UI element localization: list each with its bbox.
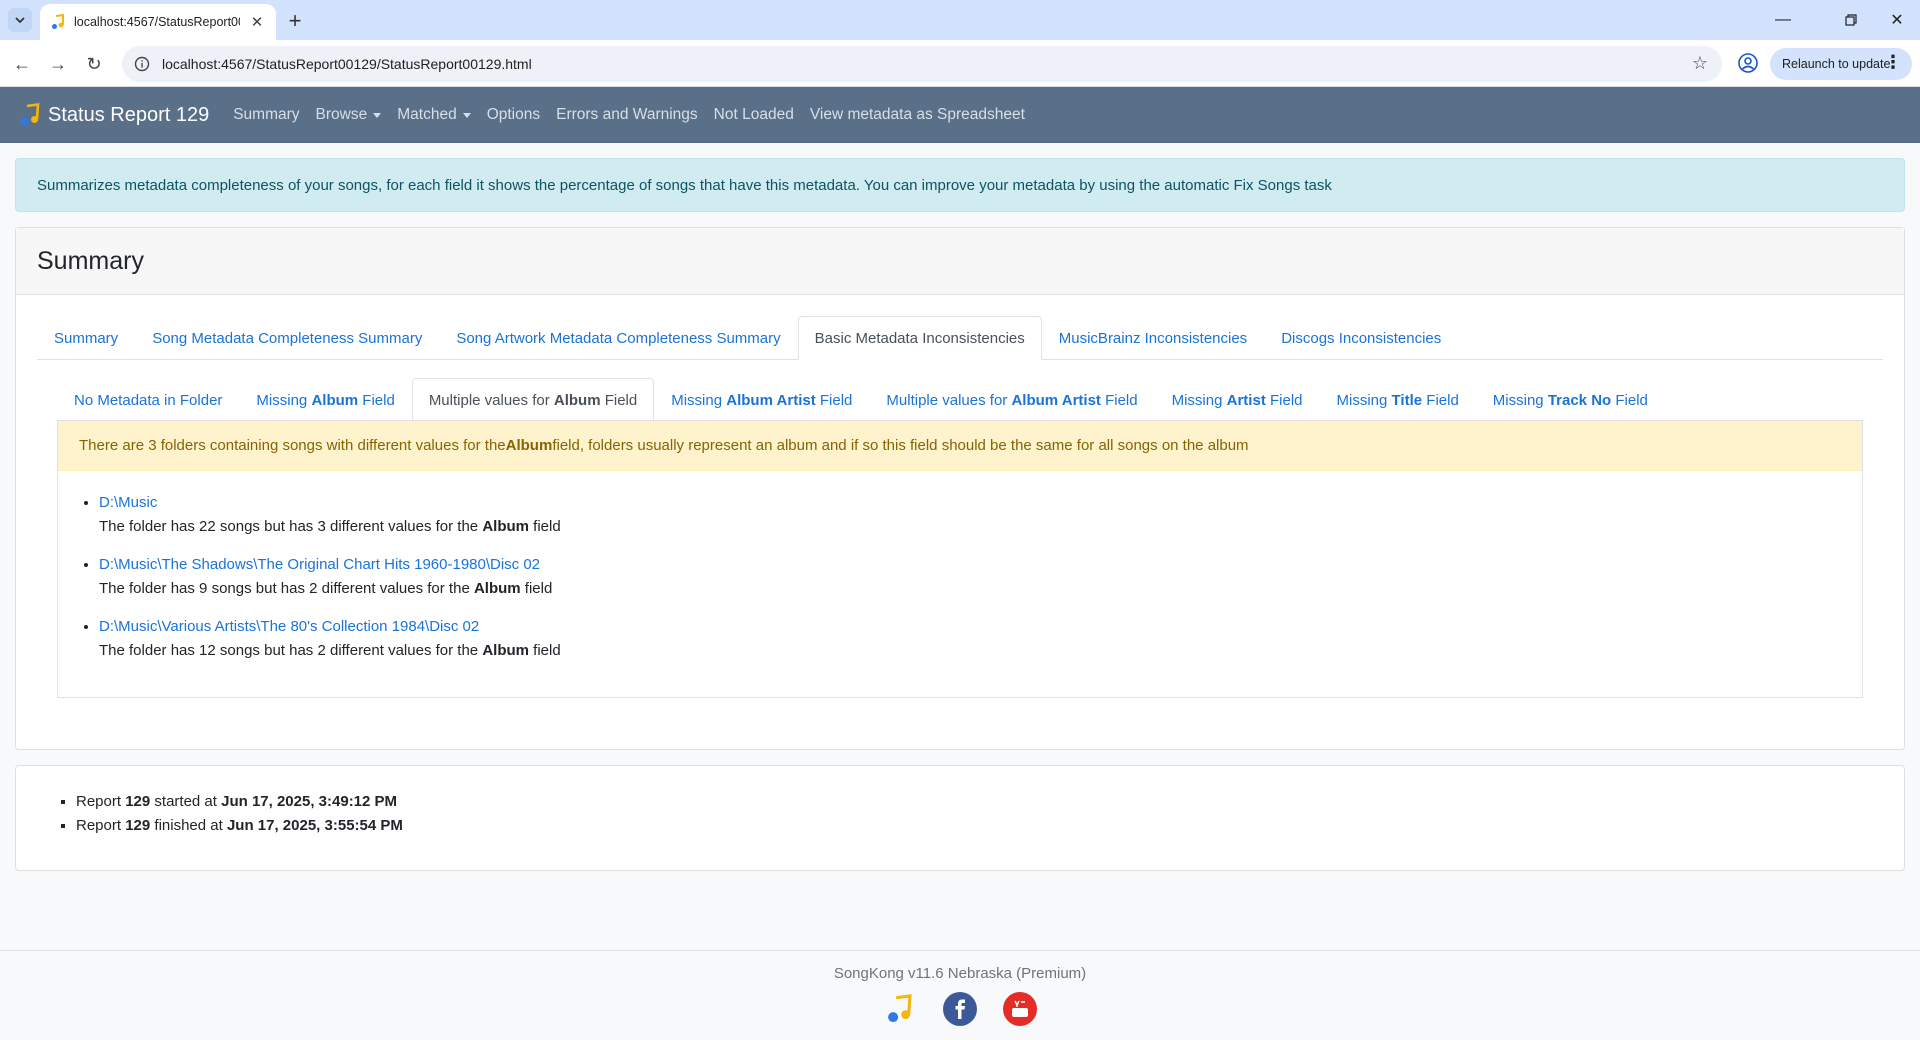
folder-link[interactable]: D:\Music [99, 491, 1862, 515]
browser-toolbar: ← → ↻ localhost:4567/StatusReport00129/S… [0, 40, 1920, 87]
brand-title: Status Report 129 [48, 103, 210, 126]
tab-basic-metadata-inconsistencies[interactable]: Basic Metadata Inconsistencies [797, 316, 1042, 360]
forward-icon[interactable]: → [44, 50, 72, 78]
app-navbar: Status Report 129 Summary Browse Matched… [0, 87, 1920, 143]
caret-down-icon [462, 112, 471, 118]
tab-missing-album[interactable]: Missing Album Field [239, 378, 411, 422]
new-tab-button[interactable]: + [282, 8, 308, 34]
facebook-icon[interactable] [943, 992, 977, 1026]
info-alert: Summarizes metadata completeness of your… [15, 158, 1905, 212]
browser-tabstrip: localhost:4567/StatusReport001 ✕ + — ✕ [0, 0, 1920, 40]
tab-summary[interactable]: Summary [37, 316, 135, 360]
caret-down-icon [373, 112, 382, 118]
minimize-icon[interactable]: — [1760, 0, 1806, 40]
outer-tabs: Summary Song Metadata Completeness Summa… [37, 316, 1883, 360]
nav-summary[interactable]: Summary [233, 106, 299, 124]
tab-song-metadata-completeness[interactable]: Song Metadata Completeness Summary [135, 316, 439, 360]
tab-missing-title[interactable]: Missing Title Field [1320, 378, 1476, 422]
list-item: D:\Music\Various Artists\The 80's Collec… [99, 615, 1862, 663]
report-finished: Report 129 finished at Jun 17, 2025, 3:5… [76, 814, 1904, 838]
relaunch-button[interactable]: Relaunch to update ⋮ [1770, 48, 1912, 80]
songkong-logo-icon [20, 103, 40, 126]
nav-options[interactable]: Options [487, 106, 540, 124]
nav-matched[interactable]: Matched [397, 106, 471, 124]
restore-icon[interactable] [1828, 0, 1874, 40]
close-tab-icon[interactable]: ✕ [248, 13, 266, 31]
list-item: D:\Music The folder has 22 songs but has… [99, 491, 1862, 539]
reload-icon[interactable]: ↻ [80, 50, 108, 78]
tab-missing-track-no[interactable]: Missing Track No Field [1476, 378, 1665, 422]
folder-description: The folder has 9 songs but has 2 differe… [99, 580, 553, 597]
tab-discogs-inconsistencies[interactable]: Discogs Inconsistencies [1264, 316, 1458, 360]
site-info-icon[interactable] [134, 56, 150, 72]
browser-tab-title: localhost:4567/StatusReport001 [74, 15, 240, 29]
nav-browse[interactable]: Browse [316, 106, 382, 124]
folder-list: D:\Music The folder has 22 songs but has… [58, 491, 1862, 663]
tab-multiple-values-album[interactable]: Multiple values for Album Field [411, 378, 655, 422]
report-times-card: Report 129 started at Jun 17, 2025, 3:49… [15, 765, 1905, 871]
tab-song-artwork-completeness[interactable]: Song Artwork Metadata Completeness Summa… [439, 316, 797, 360]
summary-card: Summary Summary Song Metadata Completene… [15, 227, 1905, 750]
tab-missing-album-artist[interactable]: Missing Album Artist Field [654, 378, 869, 422]
navbar-brand[interactable]: Status Report 129 [18, 103, 209, 127]
tab-no-metadata-in-folder[interactable]: No Metadata in Folder [57, 378, 239, 422]
nav-not-loaded[interactable]: Not Loaded [714, 106, 794, 124]
youtube-icon[interactable] [1003, 992, 1037, 1026]
folder-description: The folder has 22 songs but has 3 differ… [99, 518, 561, 535]
tab-search-button[interactable] [8, 8, 32, 32]
tab-multiple-values-album-artist[interactable]: Multiple values for Album Artist Field [869, 378, 1154, 422]
report-started: Report 129 started at Jun 17, 2025, 3:49… [76, 790, 1904, 814]
songkong-icon[interactable] [883, 992, 917, 1026]
warning-alert: There are 3 folders containing songs wit… [58, 421, 1862, 471]
tab-musicbrainz-inconsistencies[interactable]: MusicBrainz Inconsistencies [1042, 316, 1264, 360]
more-menu-icon[interactable]: ⋮ [1884, 52, 1902, 73]
tab-missing-artist[interactable]: Missing Artist Field [1155, 378, 1320, 422]
card-title: Summary [16, 228, 1904, 295]
main-container: Summarizes metadata completeness of your… [15, 158, 1905, 871]
footer-icons [0, 992, 1920, 1026]
profile-icon[interactable] [1737, 52, 1759, 74]
url-text[interactable]: localhost:4567/StatusReport00129/StatusR… [162, 56, 532, 72]
multiple-values-album-pane: There are 3 folders containing songs wit… [57, 420, 1863, 698]
nav-errors-warnings[interactable]: Errors and Warnings [556, 106, 698, 124]
songkong-favicon-icon [52, 14, 64, 29]
inner-tabs: No Metadata in Folder Missing Album Fiel… [57, 378, 1863, 422]
report-times-list: Report 129 started at Jun 17, 2025, 3:49… [52, 790, 1904, 838]
back-icon[interactable]: ← [8, 50, 36, 78]
folder-description: The folder has 12 songs but has 2 differ… [99, 642, 561, 659]
nav-spreadsheet[interactable]: View metadata as Spreadsheet [810, 106, 1025, 124]
folder-link[interactable]: D:\Music\The Shadows\The Original Chart … [99, 553, 1862, 577]
folder-link[interactable]: D:\Music\Various Artists\The 80's Collec… [99, 615, 1862, 639]
browser-tab[interactable]: localhost:4567/StatusReport001 ✕ [40, 4, 276, 40]
list-item: D:\Music\The Shadows\The Original Chart … [99, 553, 1862, 601]
relaunch-label: Relaunch to update [1782, 57, 1891, 71]
chevron-down-icon [15, 17, 25, 24]
close-window-icon[interactable]: ✕ [1874, 0, 1920, 40]
address-bar[interactable]: localhost:4567/StatusReport00129/StatusR… [122, 46, 1722, 82]
version-text: SongKong v11.6 Nebraska (Premium) [833, 965, 1087, 982]
bookmark-star-icon[interactable]: ☆ [1692, 53, 1708, 74]
footer: SongKong v11.6 Nebraska (Premium) [0, 950, 1920, 1040]
